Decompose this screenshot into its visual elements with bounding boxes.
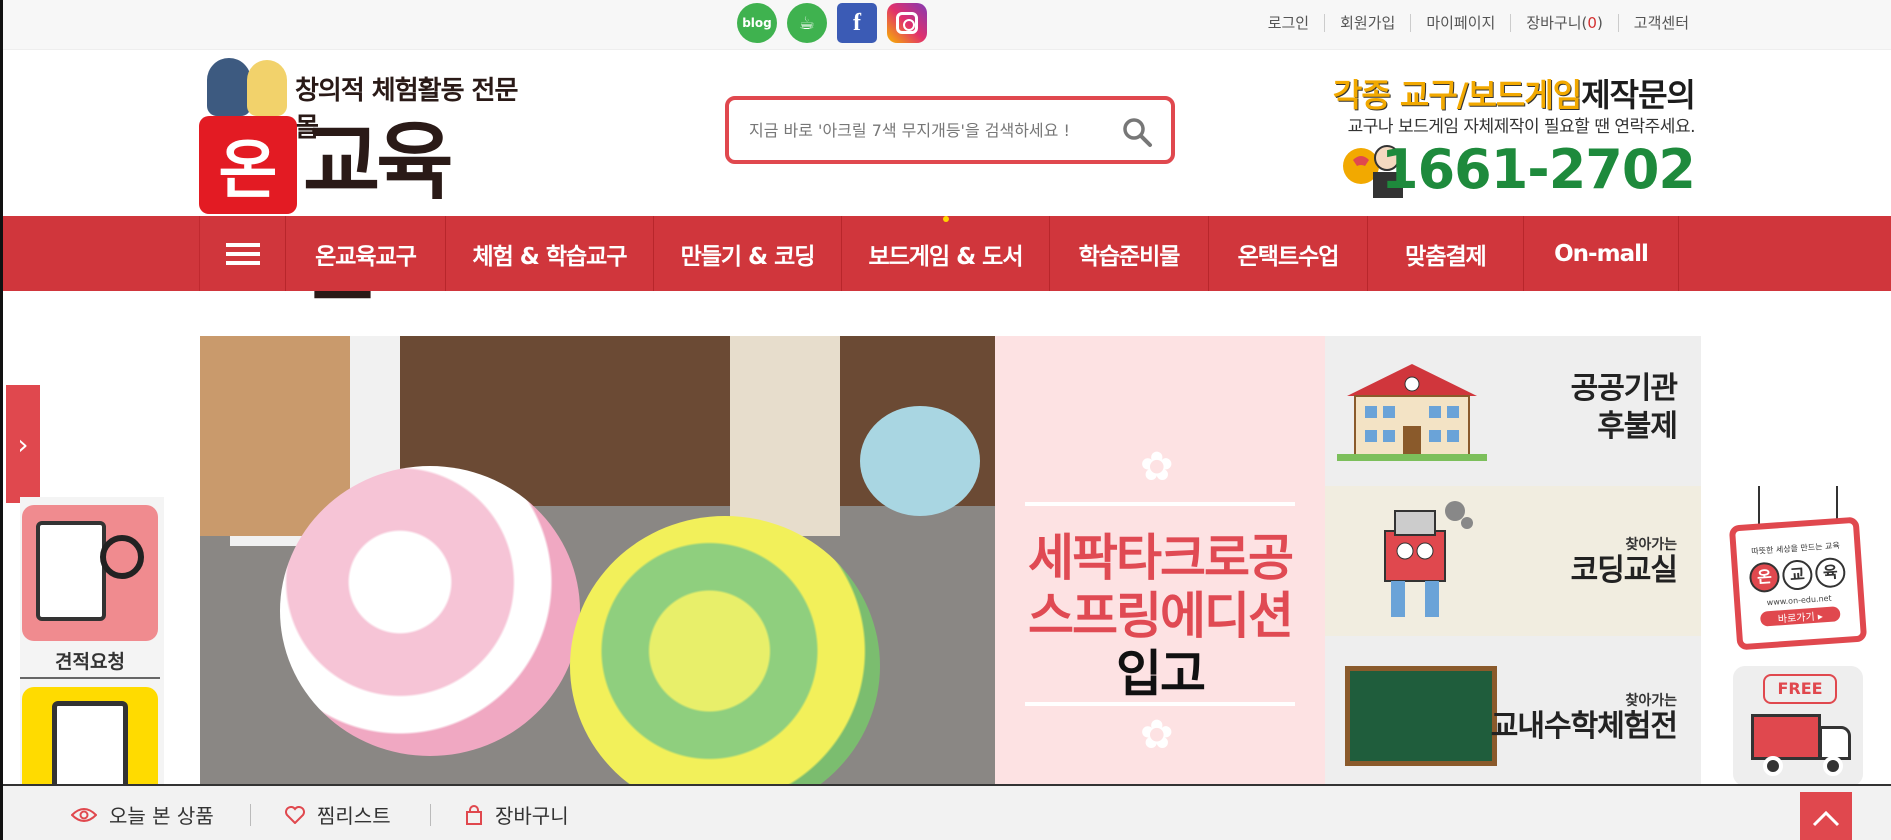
tile-title-2: 후불제 <box>1597 409 1678 444</box>
main-nav: 온교육교구 체험 & 학습교구 만들기 & 코딩 보드게임 & 도서 학습준비물… <box>3 216 1891 291</box>
nav-item-custom-payment[interactable]: 맞춤결제 <box>1368 216 1524 291</box>
tile-coding-class[interactable]: 찾아가는 코딩교실 <box>1325 486 1701 636</box>
nav-item-boardgame-books[interactable]: 보드게임 & 도서 <box>842 216 1050 291</box>
nav-item-on-mall[interactable]: On-mall <box>1524 216 1679 291</box>
mypage-link[interactable]: 마이페이지 <box>1410 14 1510 32</box>
cafe-icon[interactable]: ☕ <box>787 3 827 43</box>
hamburger-icon <box>225 238 260 270</box>
recently-viewed-label: 오늘 본 상품 <box>109 804 214 828</box>
site-logo[interactable]: 창의적 체험활동 전문몰 온 교육몰 <box>199 50 519 311</box>
promo-subtext: 교구나 보드게임 자체제작이 필요할 땐 연락주세요. <box>1347 117 1696 137</box>
sign-go: 바로가기 ▸ <box>1759 606 1841 627</box>
left-quick-toggle[interactable]: › <box>6 385 40 503</box>
search-icon[interactable] <box>1121 116 1153 148</box>
cart-link-suffix: ) <box>1596 14 1603 32</box>
sign-url: www.on-edu.net <box>1766 593 1832 608</box>
facebook-icon[interactable]: f <box>837 3 877 43</box>
wishlist-button[interactable]: 찜리스트 <box>285 800 391 829</box>
instagram-icon[interactable] <box>887 3 927 43</box>
custom-order-promo[interactable]: 각종 교구/보드게임제작문의 교구나 보드게임 자체제작이 필요할 땐 연락주세… <box>1309 66 1696 206</box>
promo-headline-highlight: 각종 교구/보드게임 <box>1332 76 1582 114</box>
nav-item-on-edu-tools[interactable]: 온교육교구 <box>286 216 446 291</box>
nav-item-ontact-class[interactable]: 온택트수업 <box>1209 216 1368 291</box>
hero-banner-image[interactable] <box>200 336 995 786</box>
truck-icon <box>1751 714 1821 760</box>
free-label: FREE <box>1763 674 1837 704</box>
sign-char: 교 <box>1781 559 1814 592</box>
top-utility-bar: blog ☕ f 로그인 회원가입 마이페이지 장바구니(0) 고객센터 <box>3 0 1891 50</box>
recently-viewed-button[interactable]: 오늘 본 상품 <box>71 800 214 829</box>
scroll-top-button[interactable] <box>1800 792 1852 840</box>
signup-link[interactable]: 회원가입 <box>1324 14 1410 32</box>
shopping-bag-icon <box>466 804 482 825</box>
eye-icon <box>71 807 97 822</box>
magnifier-icon <box>100 535 144 579</box>
chalkboard-image <box>1345 666 1497 766</box>
search-box <box>725 96 1175 164</box>
on-edu-site-link[interactable]: 따뜻한 세상을 만드는 교육 온 교 육 www.on-edu.net 바로가기… <box>1728 516 1868 651</box>
phone-number: 1661-2702 <box>1381 138 1696 201</box>
nav-item-school-supplies[interactable]: 학습준비물 <box>1050 216 1209 291</box>
sepak-takraw-banner[interactable]: ✿ 세팍타크로공 스프링에디션 입고 ✿ <box>995 336 1325 786</box>
heart-icon <box>285 805 305 824</box>
tile-subtitle: 찾아가는 <box>1625 693 1677 709</box>
chevron-right-icon: › <box>17 427 29 461</box>
side-tiles: 공공기관 후불제 찾아가는 코딩교실 찾아가는 교내수학체험전 <box>1325 336 1701 786</box>
tile-title-1: 코딩교실 <box>1570 553 1678 588</box>
sign-char: 육 <box>1814 556 1847 589</box>
wishlist-label: 찜리스트 <box>317 804 391 828</box>
chevron-up-icon <box>1812 810 1840 827</box>
page: blog ☕ f 로그인 회원가입 마이페이지 장바구니(0) 고객센터 창의적… <box>0 0 1891 840</box>
cart-link-label: 장바구니( <box>1526 14 1588 32</box>
tile-title-1: 교내수학체험전 <box>1490 709 1678 744</box>
utility-menu: 로그인 회원가입 마이페이지 장바구니(0) 고객센터 <box>1253 14 1704 32</box>
cart-count: 0 <box>1587 14 1597 32</box>
login-link[interactable]: 로그인 <box>1253 14 1324 32</box>
estimate-request-label[interactable]: 견적요청 <box>20 647 160 674</box>
mascot-image <box>203 50 293 120</box>
logo-badge: 온 <box>199 116 297 214</box>
cart-link[interactable]: 장바구니(0) <box>1510 14 1617 32</box>
clipboard-icon <box>36 521 106 621</box>
robot-icon <box>1384 501 1473 617</box>
tile-math-exhibition[interactable]: 찾아가는 교내수학체험전 <box>1325 636 1701 786</box>
tile-title-1: 공공기관 <box>1570 371 1678 406</box>
estimate-request-button[interactable] <box>22 505 158 641</box>
sign-char: 온 <box>1748 561 1781 594</box>
tile-public-postpay[interactable]: 공공기관 후불제 <box>1325 336 1701 486</box>
nav-item-boardgame-books-label: 보드게임 & 도서 <box>868 243 1023 270</box>
cart-label: 장바구니 <box>495 804 569 828</box>
sns-links: blog ☕ f <box>737 3 927 43</box>
nav-item-making-coding[interactable]: 만들기 & 코딩 <box>654 216 842 291</box>
school-building-icon <box>1337 364 1487 461</box>
banner-line-3: 입고 <box>1116 645 1206 703</box>
free-shipping-link[interactable]: FREE <box>1733 666 1863 786</box>
cart-button[interactable]: 장바구니 <box>465 800 569 829</box>
all-categories-menu-button[interactable] <box>200 216 286 291</box>
flower-icon: ✿ <box>1140 712 1174 758</box>
flower-icon: ✿ <box>1140 444 1174 490</box>
customer-center-link[interactable]: 고객센터 <box>1617 14 1704 32</box>
nav-item-experience-learning[interactable]: 체험 & 학습교구 <box>446 216 654 291</box>
tile-subtitle: 찾아가는 <box>1625 537 1677 553</box>
nav-new-dot <box>942 216 949 222</box>
bottom-quick-bar: 오늘 본 상품 찜리스트 장바구니 <box>3 784 1891 840</box>
blog-icon[interactable]: blog <box>737 3 777 43</box>
search-input[interactable] <box>749 114 1109 146</box>
promo-headline-rest: 제작문의 <box>1581 76 1696 114</box>
right-quick-menu: 따뜻한 세상을 만드는 교육 온 교 육 www.on-edu.net 바로가기… <box>1728 486 1878 786</box>
promo-headline: 각종 교구/보드게임제작문의 <box>1332 70 1696 116</box>
left-quick-menu: 견적요청 <box>20 497 164 807</box>
sign-slogan: 따뜻한 세상을 만드는 교육 <box>1751 541 1841 557</box>
